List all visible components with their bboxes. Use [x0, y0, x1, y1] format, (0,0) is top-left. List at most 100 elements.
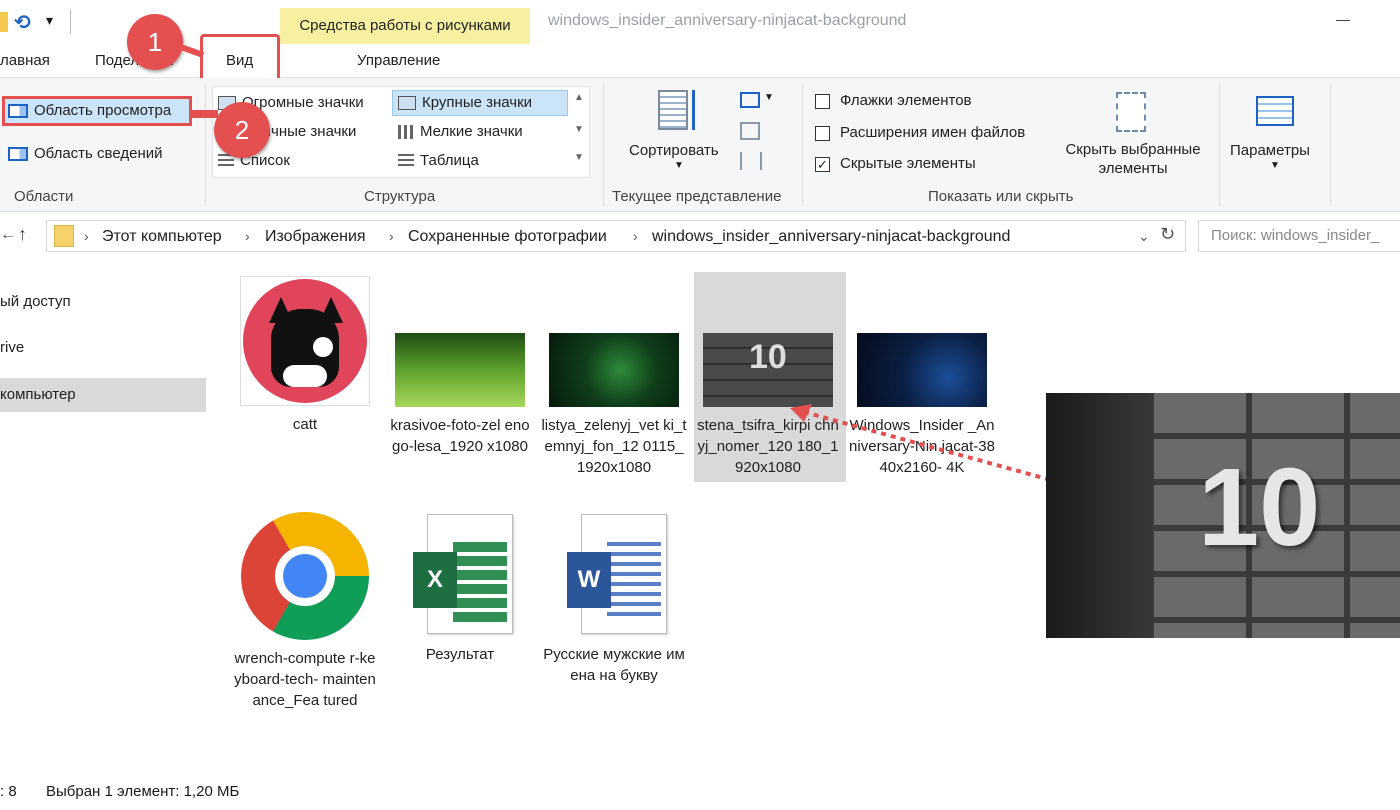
group-separator	[802, 84, 803, 206]
list-item[interactable]: catt	[232, 276, 378, 435]
ninjacat-thumbnail	[857, 333, 987, 407]
fit-columns-icon[interactable]	[740, 152, 762, 170]
group-separator	[1330, 84, 1331, 206]
gallery-scroll-down-icon[interactable]: ▼	[574, 124, 584, 135]
list-item[interactable]: listya_zelenyj_vet ki_temnyj_fon_12 0115…	[541, 333, 687, 478]
hidden-items-option[interactable]: ✓ Скрытые элементы	[815, 153, 976, 175]
brick-number-text: 10	[749, 338, 787, 376]
small-icons-label: Мелкие значки	[420, 123, 523, 140]
nav-item-onedrive[interactable]: rive	[0, 331, 206, 365]
annotation-badge-1: 1	[127, 14, 183, 70]
item-checkboxes-option[interactable]: Флажки элементов	[815, 90, 972, 112]
file-name: Результат	[425, 646, 495, 663]
group-separator	[1219, 84, 1220, 206]
group-by-dropdown-icon[interactable]: ▼	[764, 92, 774, 103]
excel-letter: X	[413, 552, 457, 608]
options-icon	[1256, 96, 1294, 126]
sort-arrow-icon	[692, 90, 696, 130]
list-item[interactable]: wrench-compute r-keyboard-tech- maintena…	[232, 512, 378, 711]
large-icons-option[interactable]: Крупные значки	[398, 92, 532, 114]
up-icon[interactable]: ↑	[18, 224, 27, 245]
annotation-pointer-2	[190, 110, 218, 118]
search-input[interactable]: Поиск: windows_insider_	[1198, 220, 1400, 252]
file-extensions-label: Расширения имен файлов	[840, 124, 1026, 141]
file-extensions-option[interactable]: Расширения имен файлов	[815, 122, 1025, 144]
show-hide-group-label: Показать или скрыть	[928, 188, 1074, 205]
file-extensions-checkbox[interactable]	[815, 125, 830, 141]
group-separator	[603, 84, 604, 206]
preview-number-text: 10	[1198, 446, 1321, 569]
large-icons-icon	[398, 96, 416, 111]
tab-home[interactable]: лавная	[0, 52, 50, 69]
hide-selected-icon	[1116, 92, 1146, 132]
gallery-expand-icon[interactable]: ▼	[574, 152, 584, 163]
file-name: listya_zelenyj_vet ki_temnyj_fon_12 0115…	[541, 417, 687, 476]
refresh-icon[interactable]: ↻	[1160, 224, 1175, 245]
current-view-group-label: Текущее представление	[612, 188, 782, 205]
table-option[interactable]: Таблица	[398, 150, 479, 172]
file-name: Русские мужские имена на букву	[543, 646, 685, 684]
quick-access-dropdown-icon[interactable]: ▾	[46, 12, 53, 29]
sort-button[interactable]: Сортировать	[629, 140, 719, 162]
nav-item-this-pc[interactable]: компьютер	[0, 378, 206, 412]
chevron-right-icon: ›	[389, 228, 394, 244]
preview-pane-image: 10	[1046, 393, 1400, 638]
selection-info: Выбран 1 элемент: 1,20 МБ	[46, 783, 240, 800]
annotation-badge-2: 2	[214, 102, 270, 158]
sort-dropdown-icon[interactable]: ▼	[674, 160, 684, 171]
list-item[interactable]: W Русские мужские имена на букву	[541, 514, 687, 686]
undo-icon[interactable]: ⟲	[14, 10, 31, 35]
hide-selected-label-2: элементы	[1098, 160, 1168, 177]
options-button[interactable]: Параметры	[1230, 140, 1310, 162]
brick-wall-thumbnail: 10	[703, 333, 833, 407]
excel-file-icon: X	[405, 514, 515, 636]
file-name: krasivoe-foto-zel enogo-lesa_1920 x1080	[390, 417, 530, 455]
minimize-icon[interactable]	[1336, 20, 1350, 21]
tab-view[interactable]: Вид	[226, 52, 253, 69]
breadcrumb-this-pc[interactable]: Этот компьютер	[102, 228, 222, 246]
file-name: catt	[292, 416, 318, 433]
leaves-thumbnail	[549, 333, 679, 407]
group-by-icon[interactable]	[740, 92, 760, 108]
item-count: : 8	[0, 783, 17, 800]
table-label: Таблица	[420, 152, 479, 169]
panes-group-label: Области	[14, 188, 74, 205]
item-checkboxes-checkbox[interactable]	[815, 93, 830, 109]
group-separator	[205, 84, 206, 206]
chevron-right-icon: ›	[245, 228, 250, 244]
nav-item-quick-access[interactable]: ый доступ	[0, 285, 206, 319]
chevron-right-icon: ›	[633, 228, 638, 244]
tab-manage[interactable]: Управление	[357, 52, 440, 69]
word-file-icon: W	[559, 514, 669, 636]
forest-thumbnail	[395, 333, 525, 407]
gallery-scroll-up-icon[interactable]: ▲	[574, 92, 584, 103]
table-icon	[398, 154, 414, 169]
list-item[interactable]: X Результат	[387, 514, 533, 665]
small-icons-option[interactable]: Мелкие значки	[398, 121, 523, 143]
small-icons-icon	[398, 125, 414, 140]
breadcrumb-pictures[interactable]: Изображения	[265, 228, 366, 246]
picture-tools-context-tab: Средства работы с рисунками	[280, 8, 530, 44]
word-letter: W	[567, 552, 611, 608]
folder-icon	[0, 12, 8, 32]
layout-group-label: Структура	[364, 188, 436, 205]
breadcrumb-saved-photos[interactable]: Сохраненные фотографии	[408, 228, 607, 246]
preview-pane-button[interactable]: Область просмотра	[8, 100, 171, 122]
list-item[interactable]: krasivoe-foto-zel enogo-lesa_1920 x1080	[387, 333, 533, 457]
details-pane-button[interactable]: Область сведений	[8, 143, 162, 165]
details-pane-label: Область сведений	[34, 145, 163, 162]
breadcrumb-current-folder[interactable]: windows_insider_anniversary-ninjacat-bac…	[652, 228, 1010, 246]
hide-selected-button[interactable]: Скрыть выбранные элементы	[1058, 140, 1208, 178]
chrome-icon	[241, 512, 369, 640]
add-columns-icon[interactable]	[740, 122, 760, 140]
window-title: windows_insider_anniversary-ninjacat-bac…	[548, 12, 907, 29]
large-icons-label: Крупные значки	[422, 94, 533, 111]
hidden-items-checkbox[interactable]: ✓	[815, 156, 830, 172]
sort-icon	[658, 90, 688, 130]
folder-icon	[54, 225, 74, 247]
address-dropdown-icon[interactable]: ⌄	[1138, 228, 1150, 245]
hide-selected-label-1: Скрыть выбранные	[1065, 141, 1201, 158]
chevron-right-icon: ›	[84, 228, 89, 244]
options-dropdown-icon[interactable]: ▼	[1270, 160, 1280, 171]
back-icon[interactable]: ←	[0, 226, 16, 244]
